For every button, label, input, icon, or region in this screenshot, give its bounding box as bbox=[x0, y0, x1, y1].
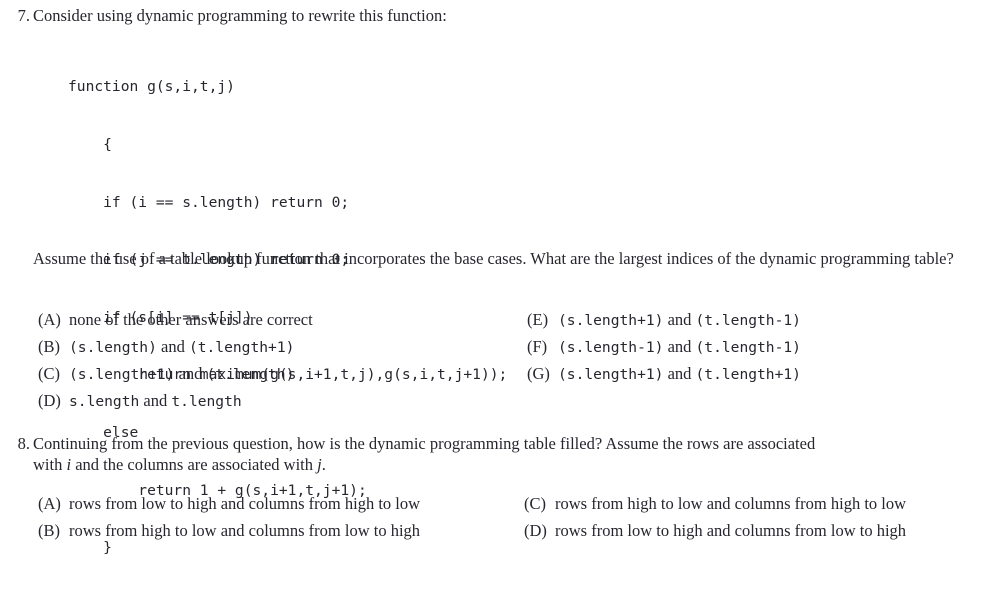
code-line: } bbox=[68, 539, 112, 557]
choice-label: (C) bbox=[38, 364, 60, 383]
choice-text: rows from low to high and columns from l… bbox=[555, 521, 907, 540]
question-8-prompt-line-1: Continuing from the previous question, h… bbox=[33, 434, 816, 453]
choice-text-mono: (s.length) bbox=[69, 339, 157, 356]
choice-text-roman: and bbox=[663, 364, 696, 383]
question-7-number: 7. bbox=[17, 6, 30, 25]
choice-label: (C) bbox=[524, 494, 546, 513]
prompt-text: and the columns are associated with bbox=[71, 455, 318, 474]
choice-text-roman: and bbox=[139, 391, 172, 410]
choice-text: rows from high to low and columns from h… bbox=[555, 494, 907, 513]
choice-8-C[interactable]: (C) rows from high to low and columns fro… bbox=[524, 493, 906, 514]
question-8-prompt-line-2: with i and the columns are associated wi… bbox=[33, 454, 1002, 475]
choice-text-mono: (s.length+1) bbox=[69, 366, 175, 383]
question-8-number: 8. bbox=[17, 434, 30, 453]
choice-label: (A) bbox=[38, 494, 61, 513]
choice-text-roman: and bbox=[663, 337, 696, 356]
choice-label: (B) bbox=[38, 337, 60, 356]
choice-8-B[interactable]: (B) rows from high to low and columns fro… bbox=[38, 520, 420, 541]
question-7-paragraph: Assume the use of a table lookup functio… bbox=[33, 249, 954, 268]
choice-label: (F) bbox=[527, 337, 548, 356]
question-8-prompt: Continuing from the previous question, h… bbox=[33, 433, 1002, 475]
choice-label: (D) bbox=[524, 521, 547, 540]
choice-text: none of the other answers are correct bbox=[69, 310, 313, 329]
choice-text-roman: and bbox=[174, 364, 207, 383]
code-line: if (i == s.length) return 0; bbox=[68, 193, 350, 211]
question-8: 8. Continuing from the previous question… bbox=[0, 433, 1005, 475]
choice-text-mono: (s.length-1) bbox=[558, 339, 664, 356]
choice-text-mono: (t.length+1) bbox=[188, 339, 295, 356]
choice-text-mono: (s.length+1) bbox=[558, 312, 664, 329]
choice-label: (B) bbox=[38, 521, 60, 540]
choice-text-roman: and bbox=[663, 310, 696, 329]
document-page: 7. Consider using dynamic programming to… bbox=[0, 0, 1005, 556]
choice-8-D[interactable]: (D) rows from low to high and columns fro… bbox=[524, 520, 906, 541]
choice-text: rows from low to high and columns from h… bbox=[69, 494, 421, 513]
choice-label: (E) bbox=[527, 310, 549, 329]
prompt-text: with bbox=[33, 455, 67, 474]
choice-label: (G) bbox=[527, 364, 550, 383]
choice-7-B[interactable]: (B) (s.length) and (t.length+1) bbox=[38, 336, 294, 358]
choice-7-G[interactable]: (G) (s.length+1) and (t.length+1) bbox=[527, 363, 801, 385]
choice-7-D[interactable]: (D) s.length and t.length bbox=[38, 390, 242, 412]
choice-text-mono: (t.length) bbox=[206, 366, 295, 383]
choice-7-F[interactable]: (F) (s.length-1) and (t.length-1) bbox=[527, 336, 801, 358]
choice-8-A[interactable]: (A) rows from low to high and columns fro… bbox=[38, 493, 420, 514]
choice-label: (D) bbox=[38, 391, 61, 410]
choice-text-mono: (s.length+1) bbox=[558, 366, 664, 383]
choice-label: (A) bbox=[38, 310, 61, 329]
choice-text-mono: (t.length-1) bbox=[695, 339, 801, 356]
choice-text-mono: s.length bbox=[69, 393, 140, 410]
code-line: function g(s,i,t,j) bbox=[68, 78, 235, 96]
choice-7-A[interactable]: (A) none of the other answers are correct bbox=[38, 309, 313, 330]
code-line: { bbox=[68, 136, 112, 154]
choice-7-E[interactable]: (E) (s.length+1) and (t.length-1) bbox=[527, 309, 801, 331]
choice-text: rows from high to low and columns from l… bbox=[69, 521, 421, 540]
choice-7-C[interactable]: (C) (s.length+1) and (t.length) bbox=[38, 363, 294, 385]
choice-text-mono: t.length bbox=[171, 393, 242, 410]
question-7: 7. Consider using dynamic programming to… bbox=[0, 5, 1005, 26]
question-7-prompt: Consider using dynamic programming to re… bbox=[33, 6, 447, 25]
choice-text-roman: and bbox=[156, 337, 189, 356]
choice-text-mono: (t.length-1) bbox=[695, 312, 801, 329]
choice-text-mono: (t.length+1) bbox=[695, 366, 801, 383]
prompt-text: . bbox=[321, 455, 326, 474]
